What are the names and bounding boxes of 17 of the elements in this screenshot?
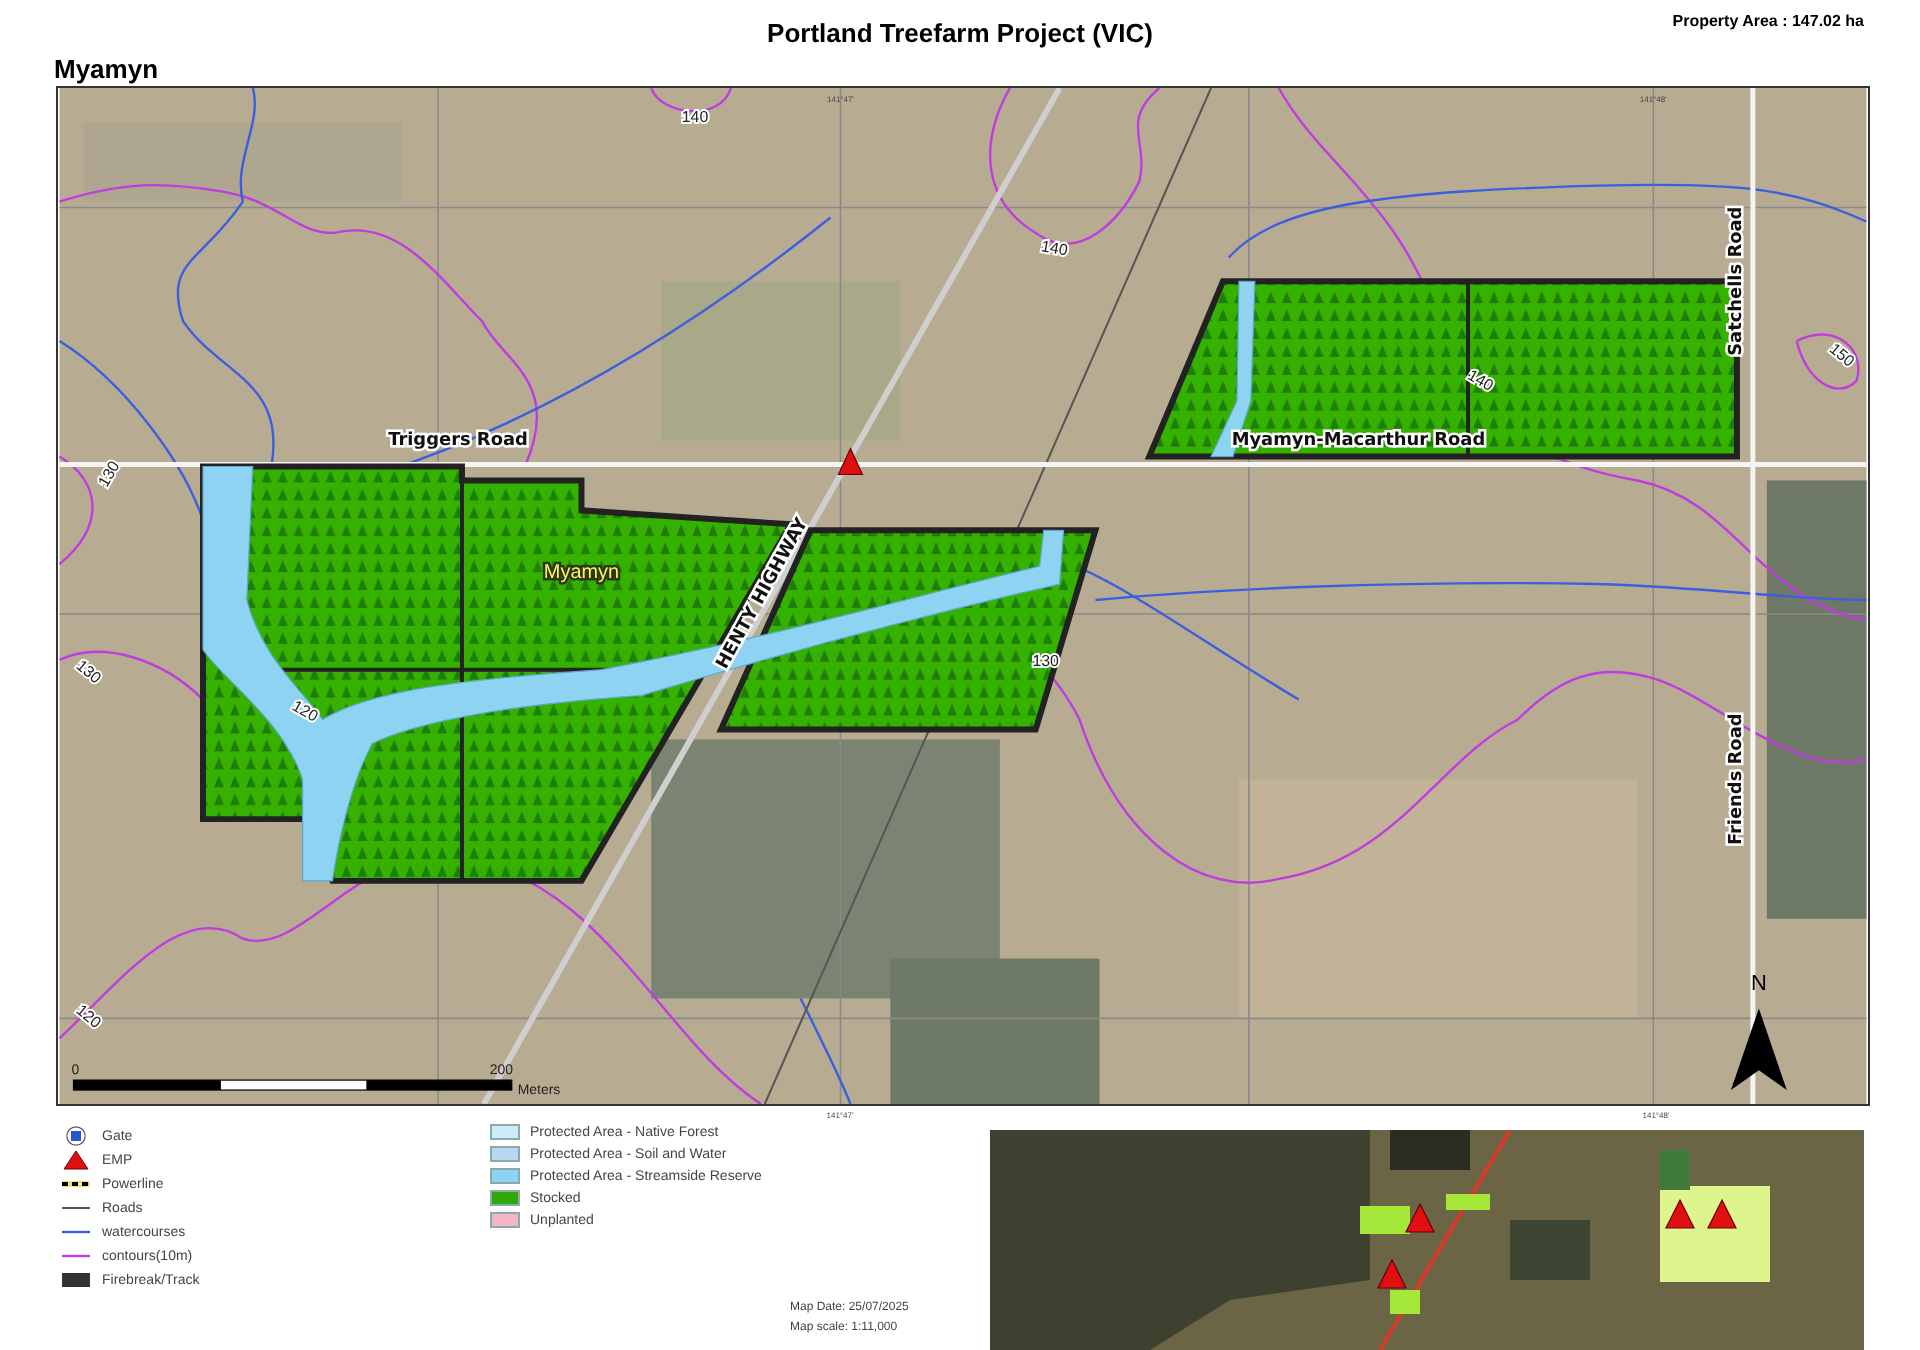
north-label: N (1750, 972, 1767, 997)
road-label: Satchells Road (1726, 206, 1747, 356)
north-arrow-icon (1731, 1008, 1787, 1091)
contour-label: 140 (681, 107, 709, 126)
map-title: Portland Treefarm Project (VIC) (767, 16, 1153, 48)
emp-symbol-icon (60, 1150, 92, 1170)
road-label: Friends Road (1726, 713, 1747, 846)
watercourse-line (799, 997, 852, 1105)
place-label: Myamyn (543, 562, 620, 585)
gate-symbol-icon (60, 1126, 92, 1146)
contour-label: 130 (1032, 651, 1059, 670)
emp-marker-icon (837, 447, 864, 476)
property-area: Property Area : 147.02 ha (1672, 12, 1864, 30)
road-label: Triggers Road (388, 430, 528, 451)
location-heading: Myamyn (54, 54, 159, 84)
contour-line (650, 87, 732, 113)
firebreak-symbol-icon (60, 1270, 92, 1290)
